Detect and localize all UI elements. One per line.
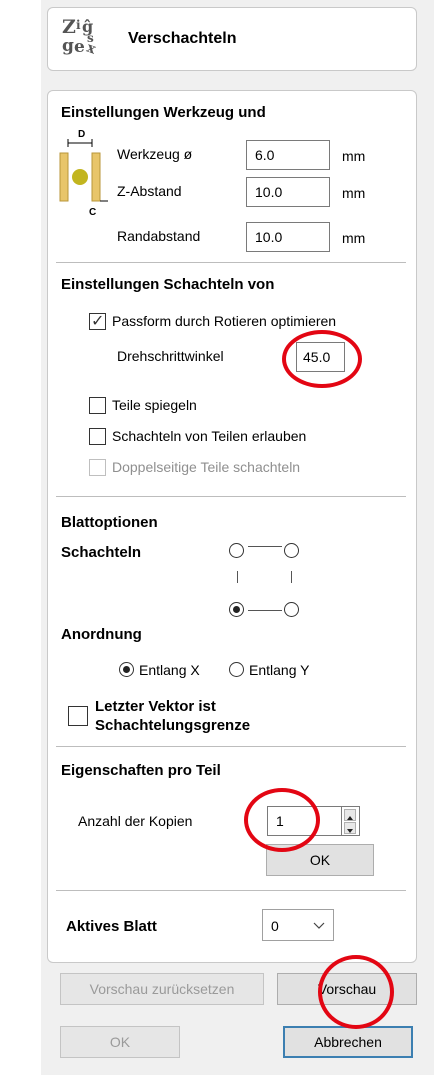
sheet-options-title: Blattoptionen <box>61 514 158 531</box>
double-sided-label: Doppelseitige Teile schachteln <box>112 459 301 475</box>
header-box: Z i ĝ g e s x Verschachteln <box>47 7 417 71</box>
divider <box>56 496 406 497</box>
svg-text:g: g <box>62 36 74 56</box>
reset-preview-button[interactable]: Vorschau zurücksetzen <box>60 973 264 1005</box>
nesting-logo-icon: Z i ĝ g e s x <box>60 15 104 63</box>
decrement-arrow-icon[interactable] <box>344 822 356 834</box>
ok-button[interactable]: OK <box>60 1026 180 1058</box>
page-title: Verschachteln <box>128 30 237 47</box>
diagram-label-c: C <box>89 207 96 218</box>
along-x-label: Entlang X <box>139 662 200 678</box>
svg-text:i: i <box>76 18 81 32</box>
tool-diameter-unit: mm <box>342 148 366 164</box>
tool-diameter-label: Werkzeug ø <box>117 146 193 162</box>
allow-part-in-part-label: Schachteln von Teilen erlauben <box>112 428 307 444</box>
highlight-circle <box>282 330 362 388</box>
nesting-start-label: Schachteln <box>61 544 142 561</box>
connector-line <box>237 571 238 583</box>
optimize-rotation-checkbox[interactable]: ✓ <box>89 313 106 330</box>
border-gap-label: Randabstand <box>117 228 201 244</box>
last-vector-checkbox[interactable] <box>68 706 88 726</box>
tool-diagram-icon: D C <box>56 127 110 221</box>
active-sheet-select[interactable]: 0 <box>262 909 334 941</box>
active-sheet-value: 0 <box>271 918 279 934</box>
mirror-parts-checkbox[interactable] <box>89 397 106 414</box>
along-y-radio[interactable] <box>229 662 244 677</box>
double-sided-checkbox[interactable] <box>89 459 106 476</box>
checkmark-icon: ✓ <box>91 313 105 330</box>
start-top-left-radio[interactable] <box>229 543 244 558</box>
per-part-title: Eigenschaften pro Teil <box>61 762 221 779</box>
highlight-circle <box>244 788 320 852</box>
start-bottom-right-radio[interactable] <box>284 602 299 617</box>
along-y-label: Entlang Y <box>249 662 310 678</box>
border-gap-input[interactable] <box>246 222 330 252</box>
svg-text:Z: Z <box>62 16 76 38</box>
start-bottom-left-radio[interactable] <box>229 602 244 617</box>
last-vector-label-2: Schachtelungsgrenze <box>95 717 251 734</box>
copies-label: Anzahl der Kopien <box>78 813 193 829</box>
connector-line <box>291 571 292 583</box>
z-clearance-unit: mm <box>342 185 366 201</box>
divider <box>56 262 406 263</box>
mirror-parts-label: Teile spiegeln <box>112 397 197 413</box>
active-sheet-label: Aktives Blatt <box>66 918 157 935</box>
arrangement-label: Anordnung <box>61 626 142 643</box>
cancel-button[interactable]: Abbrechen <box>283 1026 413 1058</box>
z-clearance-label: Z-Abstand <box>117 183 182 199</box>
highlight-circle <box>318 955 394 1029</box>
start-top-right-radio[interactable] <box>284 543 299 558</box>
chevron-down-icon <box>313 918 325 934</box>
tool-settings-title: Einstellungen Werkzeug und <box>61 104 266 121</box>
diagram-label-d: D <box>78 129 85 140</box>
rotation-step-label: Drehschrittwinkel <box>117 348 224 364</box>
divider <box>56 890 406 891</box>
allow-part-in-part-checkbox[interactable] <box>89 428 106 445</box>
svg-text:e: e <box>74 37 85 57</box>
copies-spinner[interactable] <box>342 806 360 836</box>
last-vector-label-1: Letzter Vektor ist <box>95 698 216 715</box>
tool-diameter-input[interactable] <box>246 140 330 170</box>
optimize-rotation-label: Passform durch Rotieren optimieren <box>112 313 337 329</box>
divider <box>56 746 406 747</box>
connector-line <box>248 610 282 611</box>
border-gap-unit: mm <box>342 230 366 246</box>
nesting-settings-title: Einstellungen Schachteln von <box>61 276 275 293</box>
along-x-radio[interactable] <box>119 662 134 677</box>
z-clearance-input[interactable] <box>246 177 330 207</box>
connector-line <box>248 546 282 547</box>
increment-arrow-icon[interactable] <box>344 809 356 821</box>
